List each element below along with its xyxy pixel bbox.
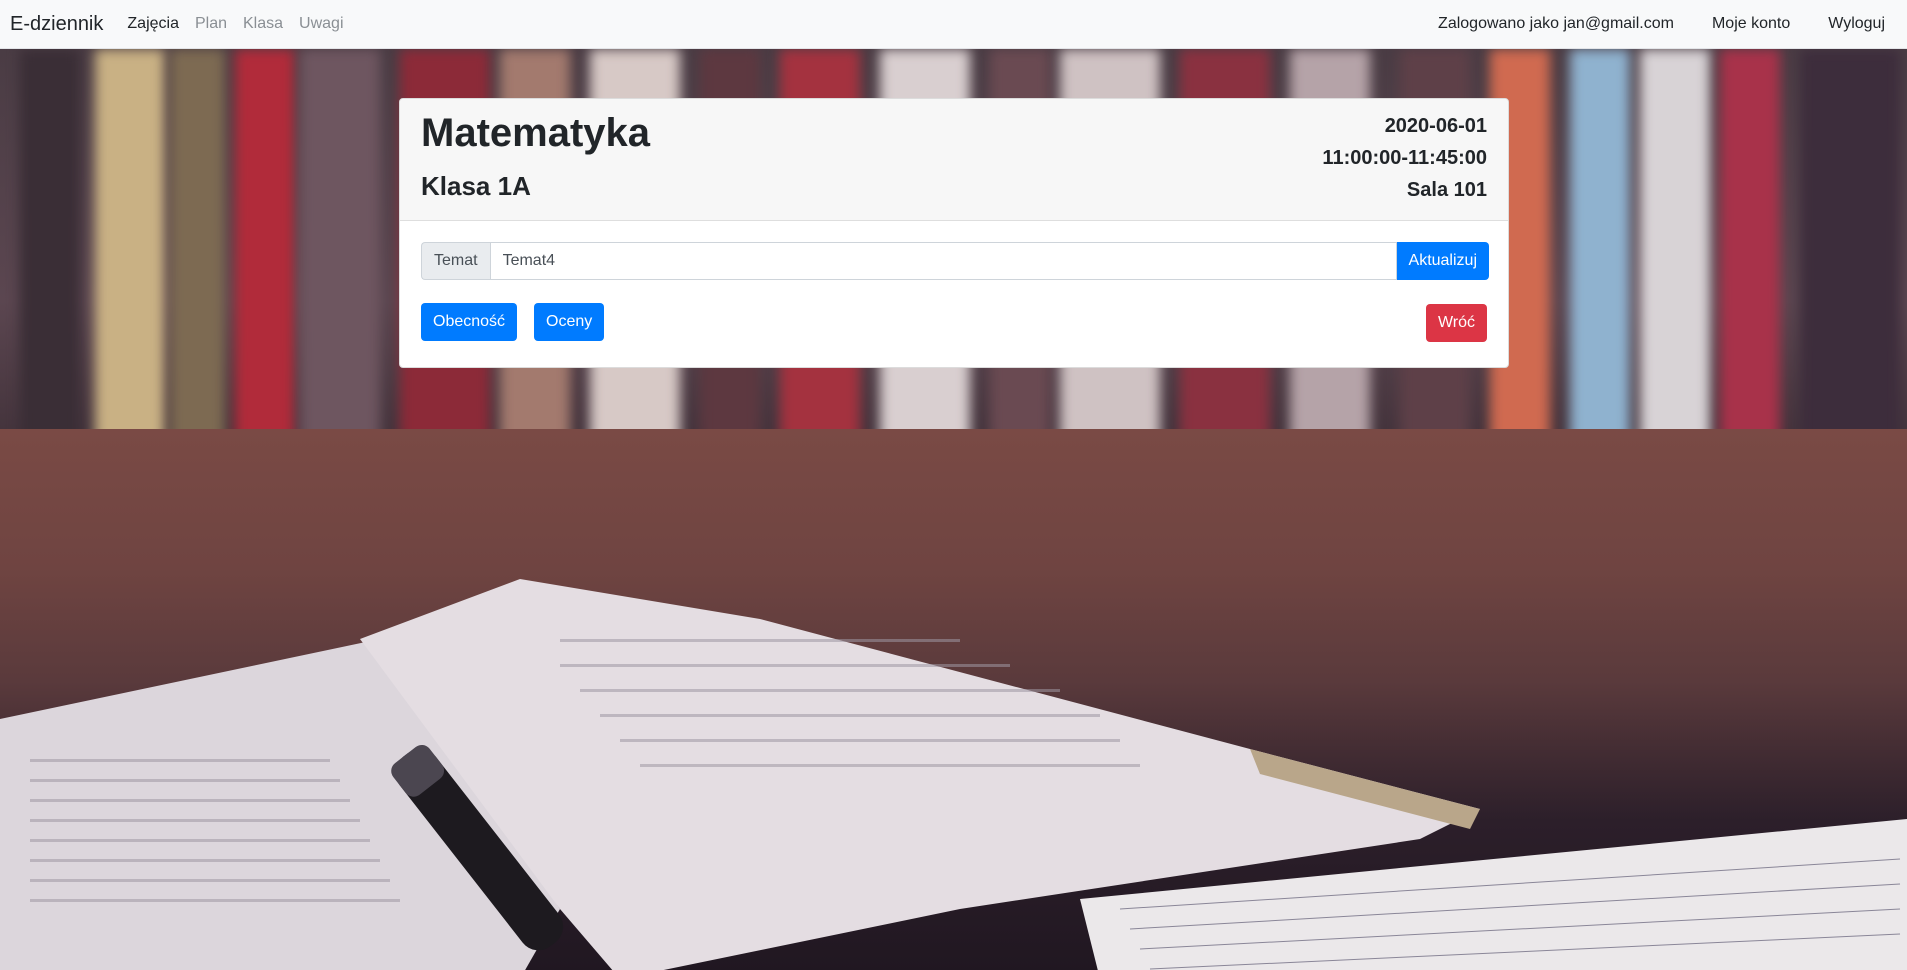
topic-input-group: Temat Aktualizuj	[421, 242, 1489, 280]
user-nav: Zalogowano jako jan@gmail.com Moje konto…	[1438, 15, 1885, 33]
lesson-meta: 2020-06-01 11:00:00-11:45:00 Sala 101	[1322, 110, 1487, 206]
my-account-link[interactable]: Moje konto	[1712, 15, 1790, 33]
attendance-button[interactable]: Obecność	[421, 303, 518, 341]
topic-input[interactable]	[489, 242, 1397, 280]
open-book	[0, 579, 1907, 970]
grades-button[interactable]: Oceny	[534, 303, 605, 341]
lesson-card-header: Matematyka Klasa 1A 2020-06-01 11:00:00-…	[400, 99, 1508, 221]
lesson-time: 11:00:00-11:45:00	[1322, 147, 1487, 169]
nav-link-plan[interactable]: Plan	[195, 15, 227, 33]
nav-link-uwagi[interactable]: Uwagi	[299, 15, 343, 33]
lesson-room: Sala 101	[1406, 179, 1487, 201]
subject-title: Matematyka	[421, 111, 651, 155]
lesson-card: Matematyka Klasa 1A 2020-06-01 11:00:00-…	[399, 98, 1509, 368]
logged-in-user: Zalogowano jako jan@gmail.com	[1438, 15, 1674, 32]
topic-label: Temat	[421, 242, 490, 280]
lesson-date: 2020-06-01	[1384, 115, 1487, 137]
back-button[interactable]: Wróć	[1425, 304, 1487, 342]
top-navbar: E-dziennik Zajęcia Plan Klasa Uwagi Zalo…	[0, 0, 1907, 49]
logout-link[interactable]: Wyloguj	[1828, 15, 1885, 33]
brand-logo[interactable]: E-dziennik	[10, 13, 103, 36]
nav-link-zajecia[interactable]: Zajęcia	[127, 15, 179, 33]
update-topic-button[interactable]: Aktualizuj	[1396, 242, 1489, 280]
class-name: Klasa 1A	[421, 171, 531, 201]
main-nav: Zajęcia Plan Klasa Uwagi	[127, 15, 343, 33]
nav-link-klasa[interactable]: Klasa	[243, 15, 283, 33]
